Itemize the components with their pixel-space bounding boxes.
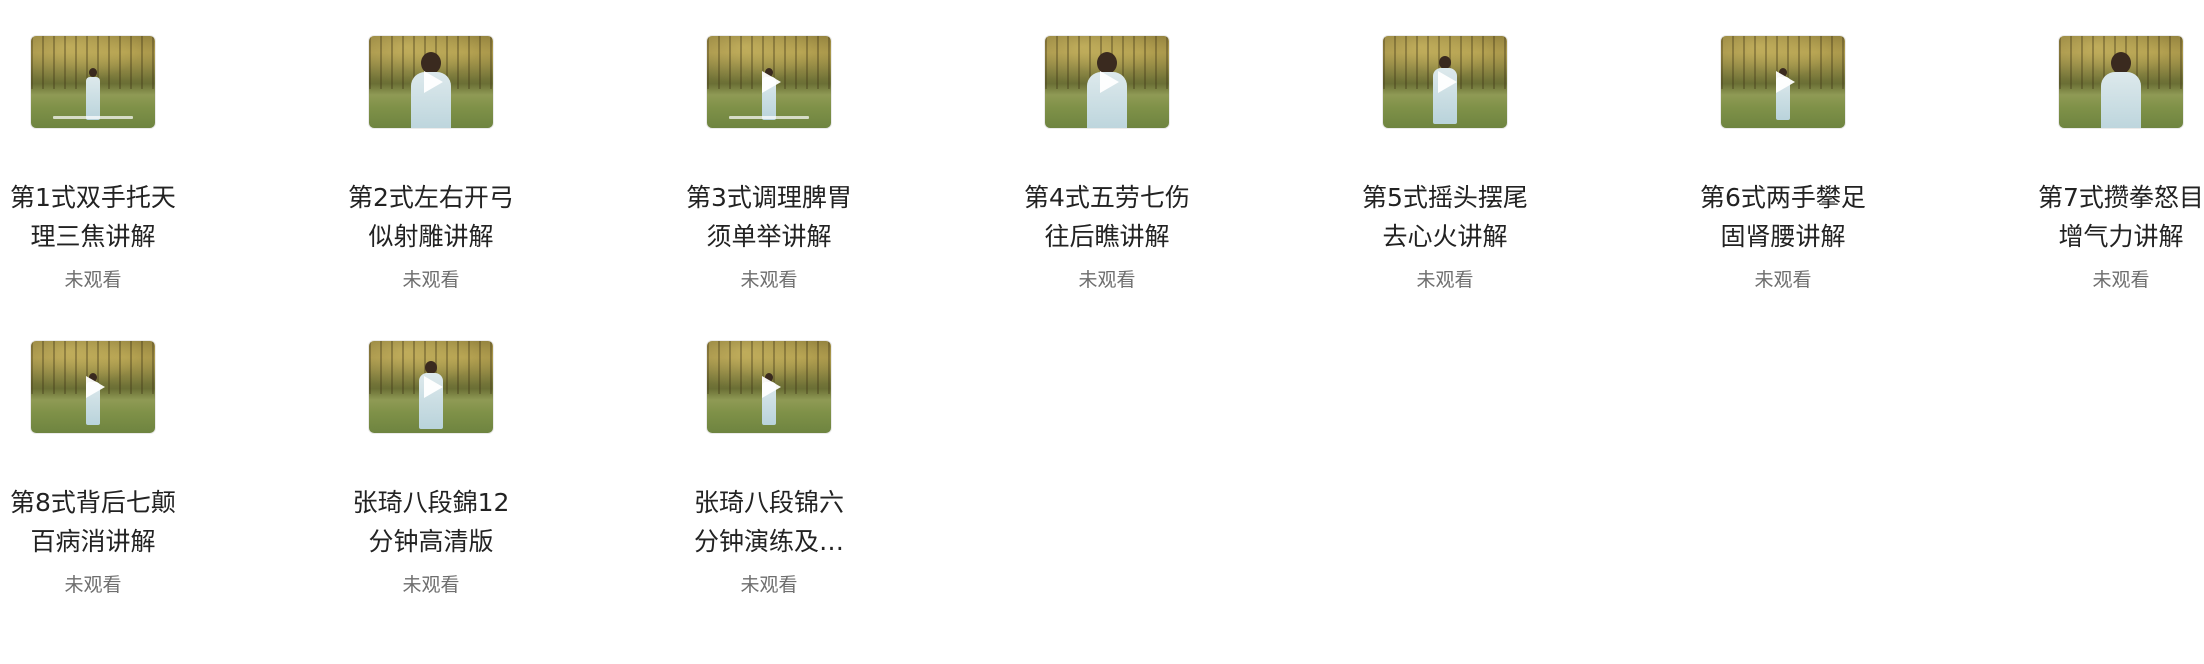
video-title[interactable]: 第2式左右开弓似射雕讲解 [346,178,516,256]
video-title[interactable]: 第4式五劳七伤往后瞧讲解 [1022,178,1192,256]
play-icon[interactable] [424,376,443,398]
video-thumbnail[interactable] [369,341,493,433]
watch-status: 未观看 [2092,269,2150,291]
play-icon[interactable] [762,376,781,398]
watch-status: 未观看 [1754,269,1812,291]
play-icon[interactable] [1776,71,1795,93]
watch-status: 未观看 [740,574,798,596]
video-title[interactable]: 第1式双手托天理三焦讲解 [8,178,178,256]
video-title[interactable]: 第6式两手攀足固肾腰讲解 [1698,178,1868,256]
video-thumbnail[interactable] [2059,36,2183,128]
video-title[interactable]: 张琦八段錦12分钟高清版 [346,483,516,561]
video-thumbnail[interactable] [707,36,831,128]
video-card-4[interactable]: 第4式五劳七伤往后瞧讲解 未观看 [938,36,1276,292]
watch-status: 未观看 [402,574,460,596]
video-card-7[interactable]: 第7式攒拳怒目增气力讲解 未观看 [1952,36,2204,292]
video-thumbnail[interactable] [31,36,155,128]
video-thumbnail[interactable] [1383,36,1507,128]
watch-status: 未观看 [740,269,798,291]
video-card-8[interactable]: 第8式背后七颠百病消讲解 未观看 [0,341,262,597]
video-card-5[interactable]: 第5式摇头摆尾去心火讲解 未观看 [1276,36,1614,292]
video-title[interactable]: 第3式调理脾胃须单举讲解 [684,178,854,256]
video-thumbnail[interactable] [1721,36,1845,128]
watch-status: 未观看 [64,269,122,291]
play-icon[interactable] [762,71,781,93]
watch-status: 未观看 [1078,269,1136,291]
video-card-6[interactable]: 第6式两手攀足固肾腰讲解 未观看 [1614,36,1952,292]
video-card-9[interactable]: 张琦八段錦12分钟高清版 未观看 [262,341,600,597]
video-card-2[interactable]: 第2式左右开弓似射雕讲解 未观看 [262,36,600,292]
play-icon[interactable] [424,71,443,93]
play-icon[interactable] [86,376,105,398]
video-title[interactable]: 张琦八段锦六分钟演练及讲解 [684,483,854,561]
play-icon[interactable] [1438,71,1457,93]
video-title[interactable]: 第7式攒拳怒目增气力讲解 [2036,178,2204,256]
watch-status: 未观看 [64,574,122,596]
video-thumbnail[interactable] [369,36,493,128]
video-card-3[interactable]: 第3式调理脾胃须单举讲解 未观看 [600,36,938,292]
watch-status: 未观看 [1416,269,1474,291]
video-card-1[interactable]: 第1式双手托天理三焦讲解 未观看 [0,36,262,292]
video-grid: 第1式双手托天理三焦讲解 未观看 第2式左右开弓似射雕讲解 未观看 第3式调理脾… [0,0,2204,664]
video-title[interactable]: 第5式摇头摆尾去心火讲解 [1360,178,1530,256]
video-card-10[interactable]: 张琦八段锦六分钟演练及讲解 未观看 [600,341,938,597]
play-icon[interactable] [1100,71,1119,93]
video-thumbnail[interactable] [1045,36,1169,128]
video-title[interactable]: 第8式背后七颠百病消讲解 [8,483,178,561]
video-thumbnail[interactable] [31,341,155,433]
watch-status: 未观看 [402,269,460,291]
video-thumbnail[interactable] [707,341,831,433]
